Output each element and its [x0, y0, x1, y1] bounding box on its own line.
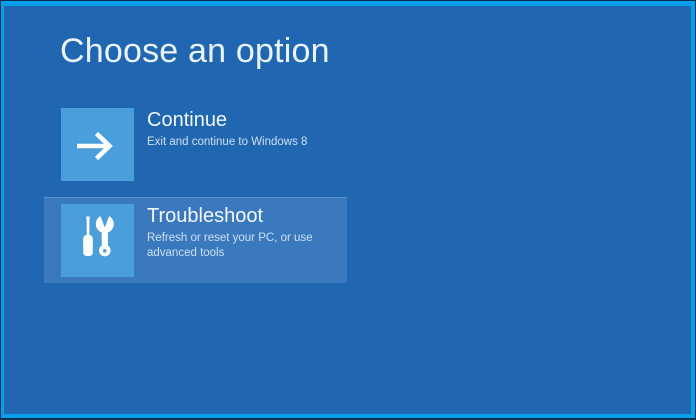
option-label: Continue	[147, 109, 228, 131]
continue-tile[interactable]	[61, 107, 134, 181]
screen-outer-edge: Choose an option Continue Exit and conti…	[0, 0, 696, 420]
option-label: Troubleshoot	[147, 205, 263, 227]
screen-frame-border: Choose an option Continue Exit and conti…	[1, 1, 695, 418]
tools-icon	[83, 209, 114, 256]
troubleshoot-tile[interactable]	[61, 203, 134, 277]
arrow-right-icon	[77, 131, 113, 160]
option-description: Exit and continue to Windows 8	[147, 136, 308, 148]
troubleshoot-texts: Troubleshoot Refresh or reset your PC, o…	[147, 205, 337, 260]
option-description: Refresh or reset your PC, or use advance…	[147, 232, 313, 259]
boot-options-screen: Choose an option Continue Exit and conti…	[4, 6, 691, 414]
page-title: Choose an option	[60, 32, 330, 70]
continue-texts: Continue Exit and continue to Windows 8	[147, 109, 337, 150]
option-troubleshoot[interactable]: Troubleshoot Refresh or reset your PC, o…	[44, 197, 347, 283]
option-continue[interactable]: Continue Exit and continue to Windows 8	[44, 101, 347, 187]
